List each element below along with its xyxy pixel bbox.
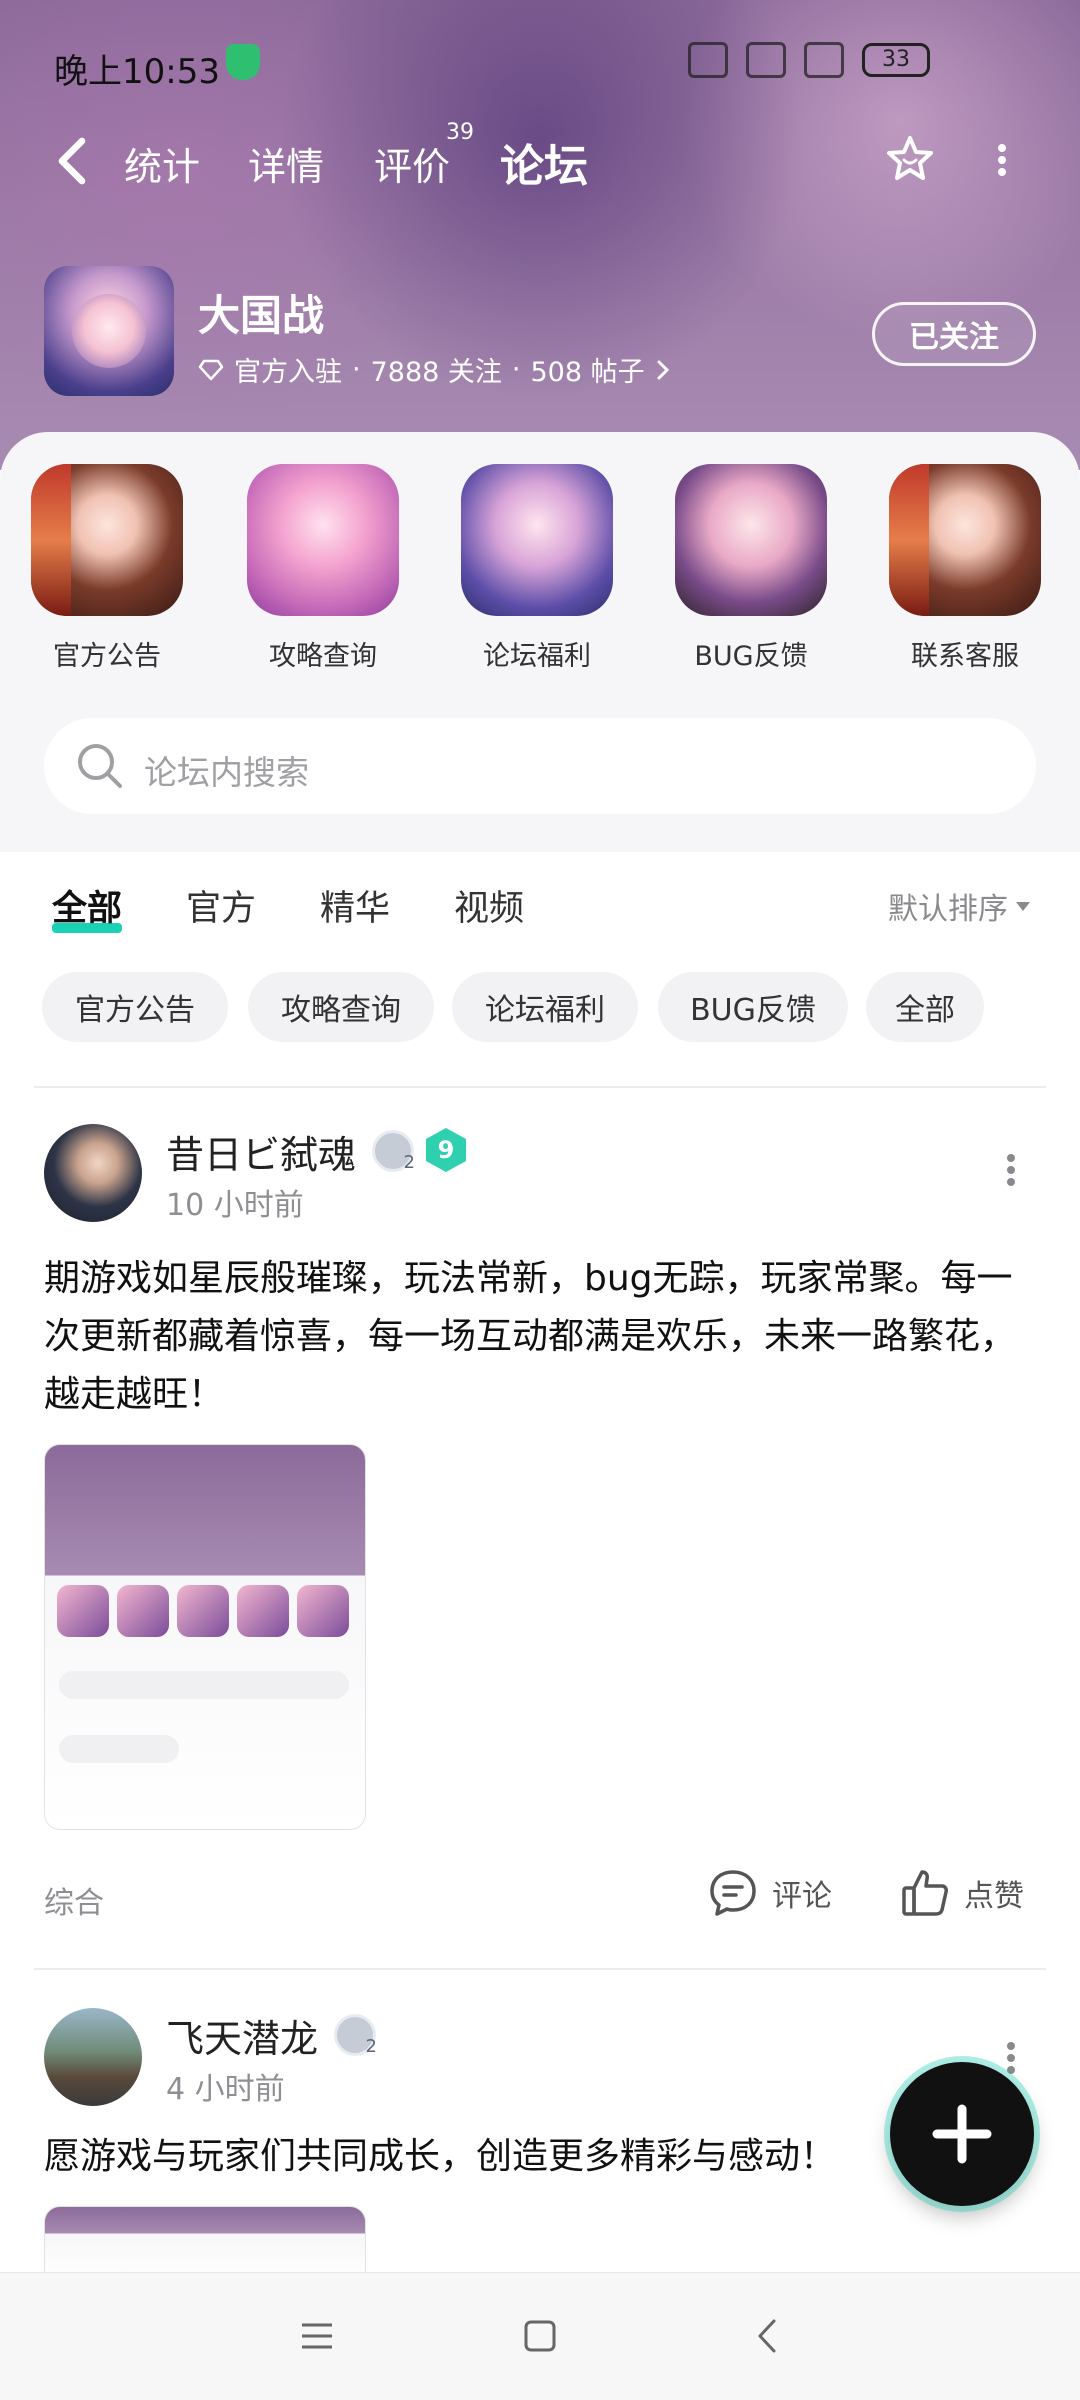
- thumb-chip: [59, 1735, 179, 1763]
- tab-statistics[interactable]: 统计: [124, 136, 200, 191]
- follow-button[interactable]: 已关注: [872, 302, 1036, 366]
- official-label: 官方入驻: [234, 357, 342, 388]
- system-back-button[interactable]: [742, 2313, 792, 2359]
- diamond-icon: [198, 359, 224, 380]
- shortcut-official-announcement[interactable]: 官方公告: [22, 464, 192, 673]
- post-time: 4 小时前: [166, 2072, 285, 2107]
- meta-separator: ·: [352, 354, 361, 385]
- wifi-icon: [804, 42, 844, 78]
- level-badge-icon: 2: [334, 2014, 377, 2057]
- game-title: 大国战: [198, 291, 325, 340]
- followers-count: 7888 关注: [370, 357, 502, 388]
- search-icon: [78, 744, 122, 788]
- honor-badge-icon: 9: [426, 1128, 466, 1172]
- level-number: 2: [403, 1152, 415, 1173]
- home-icon: [524, 2320, 556, 2352]
- post-time: 10 小时前: [166, 1188, 304, 1223]
- post-body[interactable]: 期游戏如星辰般璀璨，玩法常新，bug无踪，玩家常聚。每一次更新都藏着惊喜，每一场…: [44, 1250, 1034, 1424]
- tab-details[interactable]: 详情: [248, 136, 324, 191]
- home-button[interactable]: [514, 2313, 564, 2359]
- system-nav-bar: [0, 2272, 1080, 2400]
- create-post-button[interactable]: [890, 2062, 1034, 2206]
- bug-feedback-icon: [675, 464, 827, 616]
- shortcut-label: 官方公告: [53, 641, 161, 672]
- chip-all[interactable]: 全部: [866, 972, 984, 1042]
- search-placeholder: 论坛内搜索: [144, 753, 309, 792]
- tab-reviews[interactable]: 评价: [374, 136, 450, 191]
- filter-tab-video[interactable]: 视频: [454, 880, 524, 931]
- caret-down-icon: [1016, 901, 1030, 911]
- game-header: 晚上10:53 33 统计 详情 评价 39 论坛 大国战 官方入驻 · 788…: [0, 0, 1080, 470]
- status-time: 晚上10:53: [54, 52, 220, 92]
- guide-icon: [247, 464, 399, 616]
- search-input[interactable]: 论坛内搜索: [44, 718, 1036, 814]
- chip-welfare[interactable]: 论坛福利: [452, 972, 638, 1042]
- sort-label: 默认排序: [888, 892, 1008, 927]
- shortcut-label: 联系客服: [911, 641, 1019, 672]
- chip-official-announcement[interactable]: 官方公告: [42, 972, 228, 1042]
- star-icon: [887, 136, 933, 180]
- avatar[interactable]: [44, 2008, 142, 2106]
- level-badge-icon: 2: [372, 1130, 415, 1173]
- filter-tab-all[interactable]: 全部: [52, 880, 123, 933]
- filter-tab-official[interactable]: 官方: [186, 880, 256, 931]
- chevron-right-icon: [657, 360, 669, 379]
- filter-tab-featured[interactable]: 精华: [320, 880, 390, 931]
- divider: [34, 1086, 1046, 1088]
- review-count-badge: 39: [446, 120, 474, 145]
- mute-icon: [688, 42, 728, 78]
- battery-icon: 33: [862, 43, 930, 77]
- comment-button[interactable]: 评论: [706, 1866, 832, 1920]
- post-username[interactable]: 昔日ビ弑魂: [166, 1124, 356, 1179]
- chip-guide[interactable]: 攻略查询: [248, 972, 434, 1042]
- like-button[interactable]: 点赞: [898, 1866, 1024, 1920]
- divider: [34, 1968, 1046, 1970]
- sort-dropdown[interactable]: 默认排序: [888, 884, 1030, 928]
- shortcut-customer-service[interactable]: 联系客服: [880, 464, 1050, 673]
- back-button[interactable]: [52, 136, 102, 186]
- meta-separator: ·: [511, 354, 521, 385]
- post-category: 综合: [44, 1886, 104, 1921]
- game-meta[interactable]: 官方入驻 · 7888 关注 · 508 帖子: [198, 350, 671, 389]
- post-more-button[interactable]: [1004, 2038, 1018, 2078]
- shortcut-welfare[interactable]: 论坛福利: [452, 464, 622, 673]
- thumbs-up-icon: [902, 1870, 948, 1916]
- shortcut-bug-feedback[interactable]: BUG反馈: [666, 464, 836, 673]
- post-more-button[interactable]: [1004, 1150, 1018, 1190]
- shortcut-guide[interactable]: 攻略查询: [238, 464, 408, 673]
- thumb-search-bar: [59, 1671, 349, 1699]
- level-number: 2: [365, 2036, 377, 2057]
- plus-icon: [932, 2104, 992, 2164]
- post-body[interactable]: 愿游戏与玩家们共同成长，创造更多精彩与感动！: [44, 2128, 1034, 2186]
- tab-forum[interactable]: 论坛: [500, 130, 588, 198]
- thumb-shortcuts: [57, 1585, 349, 1637]
- chip-bug-feedback[interactable]: BUG反馈: [658, 972, 848, 1042]
- customer-service-icon: [889, 464, 1041, 616]
- top-nav: 统计 详情 评价 39 论坛: [0, 120, 1080, 210]
- game-avatar[interactable]: [44, 266, 174, 396]
- favorite-button[interactable]: [880, 130, 940, 190]
- shield-icon: [226, 44, 260, 80]
- post-image[interactable]: [44, 1444, 366, 1830]
- status-bar: 晚上10:53 33: [0, 0, 1080, 120]
- posts-count: 508 帖子: [530, 357, 645, 388]
- comment-icon: [710, 1870, 756, 1916]
- comment-label: 评论: [772, 1879, 832, 1914]
- shortcut-label: 论坛福利: [483, 641, 591, 672]
- shortcut-label: 攻略查询: [269, 641, 377, 672]
- more-menu-button[interactable]: [990, 140, 1014, 184]
- post-username[interactable]: 飞天潜龙: [166, 2008, 318, 2063]
- chevron-left-icon: [58, 137, 86, 185]
- back-icon: [758, 2319, 776, 2353]
- signal-icon: [746, 42, 786, 78]
- like-label: 点赞: [964, 1879, 1024, 1914]
- shortcut-label: BUG反馈: [694, 641, 808, 672]
- official-announcement-icon: [31, 464, 183, 616]
- welfare-icon: [461, 464, 613, 616]
- menu-button[interactable]: [292, 2313, 342, 2359]
- avatar[interactable]: [44, 1124, 142, 1222]
- menu-icon: [302, 2323, 332, 2349]
